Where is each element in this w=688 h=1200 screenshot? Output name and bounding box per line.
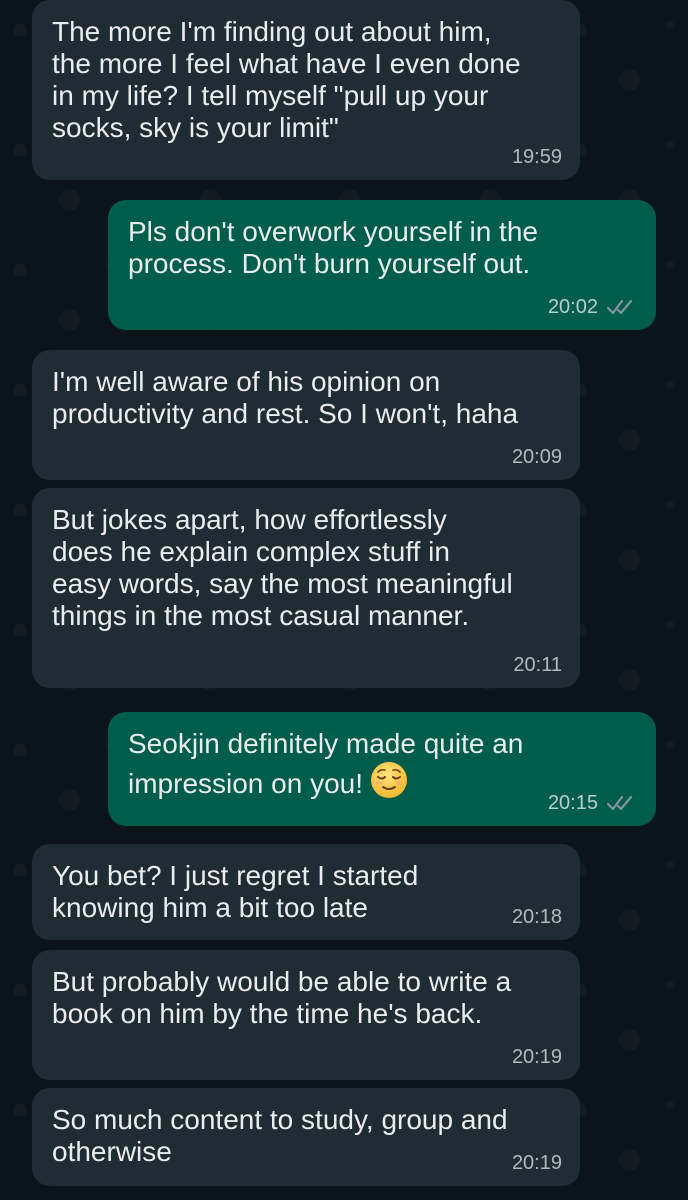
message-meta: 20:18 <box>512 906 562 928</box>
message-text: So much content to study, group and othe… <box>52 1104 508 1167</box>
message-text-wrapper: Seokjin definitely made quite an impress… <box>128 728 636 800</box>
message-meta: 19:59 <box>512 146 562 168</box>
message-text: Seokjin definitely made quite an impress… <box>128 728 524 799</box>
message-text: You bet? I just regret I started knowing… <box>52 860 419 923</box>
message-bubble-incoming[interactable]: But jokes apart, how effortlessly does h… <box>32 488 580 688</box>
message-meta: 20:02 <box>548 296 638 318</box>
double-check-icon <box>606 795 633 811</box>
message-time: 20:09 <box>511 446 562 468</box>
message-time: 20:15 <box>547 792 598 814</box>
message-time: 19:59 <box>511 146 562 168</box>
double-check-icon <box>606 299 633 315</box>
relieved-face-icon <box>371 762 408 798</box>
message-list[interactable]: The more I'm finding out about him, the … <box>0 0 688 1200</box>
message-text: The more I'm finding out about him, the … <box>52 16 521 143</box>
message-text: I'm well aware of his opinion on product… <box>52 366 519 429</box>
message-bubble-incoming[interactable]: The more I'm finding out about him, the … <box>32 0 580 180</box>
message-time: 20:11 <box>513 654 562 676</box>
message-meta: 20:15 <box>548 792 638 814</box>
message-time: 20:19 <box>511 1046 562 1068</box>
message-time: 20:18 <box>511 906 562 928</box>
message-bubble-outgoing[interactable]: Seokjin definitely made quite an impress… <box>108 712 656 826</box>
message-meta: 20:11 <box>513 654 562 676</box>
message-bubble-incoming[interactable]: So much content to study, group and othe… <box>32 1088 580 1186</box>
message-bubble-incoming[interactable]: But probably would be able to write a bo… <box>32 950 580 1080</box>
message-bubble-incoming[interactable]: I'm well aware of his opinion on product… <box>32 350 580 480</box>
message-text: But jokes apart, how effortlessly does h… <box>52 504 513 631</box>
message-text: Pls don't overwork yourself in the proce… <box>128 216 538 279</box>
message-bubble-incoming[interactable]: You bet? I just regret I started knowing… <box>32 844 580 940</box>
message-meta: 20:09 <box>512 446 562 468</box>
message-meta: 20:19 <box>512 1152 562 1174</box>
message-time: 20:02 <box>547 296 598 318</box>
message-time: 20:19 <box>511 1152 562 1174</box>
message-text: But probably would be able to write a bo… <box>52 966 512 1029</box>
message-bubble-outgoing[interactable]: Pls don't overwork yourself in the proce… <box>108 200 656 330</box>
message-meta: 20:19 <box>512 1046 562 1068</box>
